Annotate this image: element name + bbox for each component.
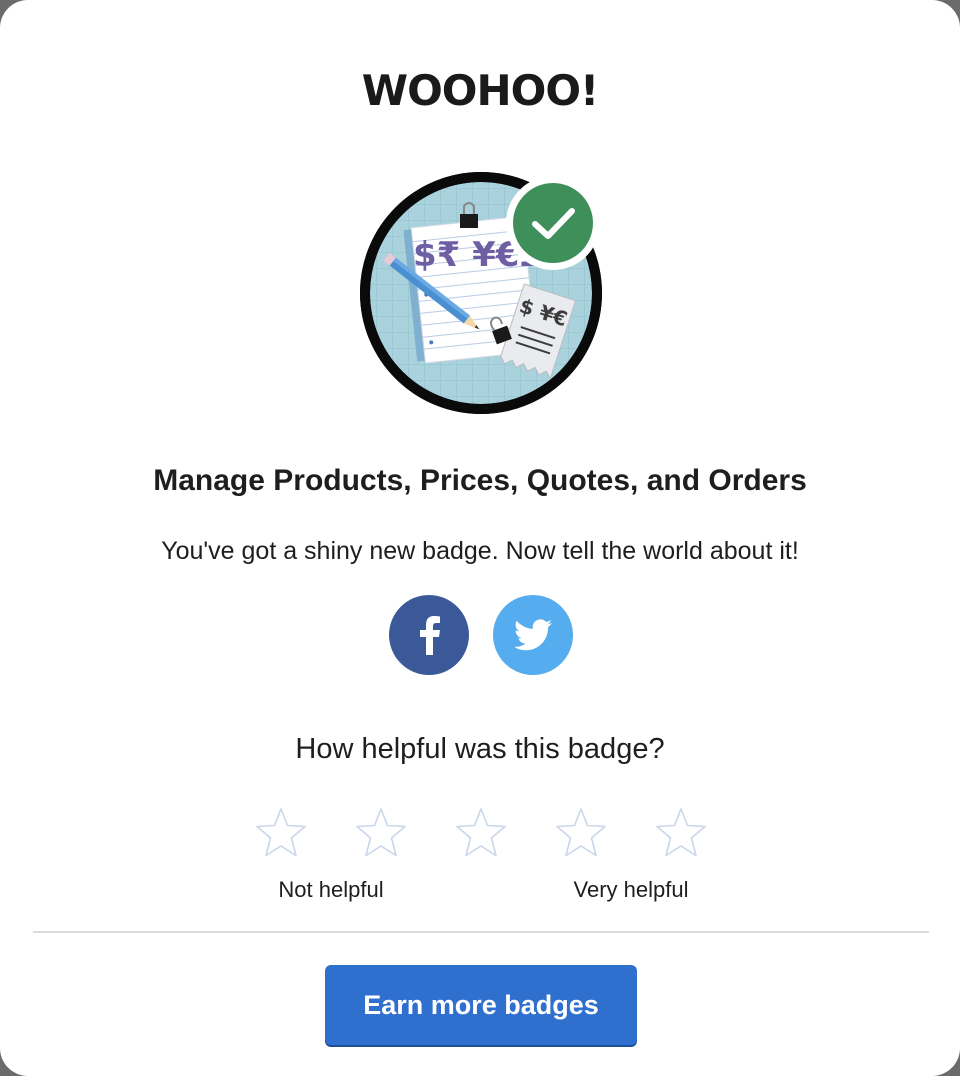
star-1-icon[interactable]	[254, 806, 308, 860]
star-rating	[0, 806, 960, 860]
badge-name: Manage Products, Prices, Quotes, and Ord…	[153, 464, 807, 497]
rating-low-label: Not helpful	[278, 877, 384, 902]
badge-image: $₹ ¥€£ $ ¥€	[360, 172, 602, 414]
star-3-icon[interactable]	[454, 806, 508, 860]
rating-question: How helpful was this badge?	[295, 733, 665, 765]
facebook-share-button[interactable]	[389, 595, 469, 675]
twitter-share-button[interactable]	[493, 595, 573, 675]
twitter-icon	[514, 619, 552, 651]
star-2-icon[interactable]	[354, 806, 408, 860]
earn-more-badges-button[interactable]: Earn more badges	[325, 965, 637, 1045]
star-4-icon[interactable]	[554, 806, 608, 860]
checkmark-icon	[506, 176, 600, 270]
rating-high-label: Very helpful	[573, 877, 689, 902]
footer-divider	[33, 931, 929, 933]
modal-title: WOOHOO!	[361, 66, 599, 115]
share-message: You've got a shiny new badge. Now tell t…	[161, 537, 799, 565]
facebook-icon	[420, 616, 440, 655]
badge-earned-modal: WOOHOO! $₹ ¥€£ $ ¥€ Manage Products, Pri…	[0, 0, 960, 1076]
star-5-icon[interactable]	[654, 806, 708, 860]
